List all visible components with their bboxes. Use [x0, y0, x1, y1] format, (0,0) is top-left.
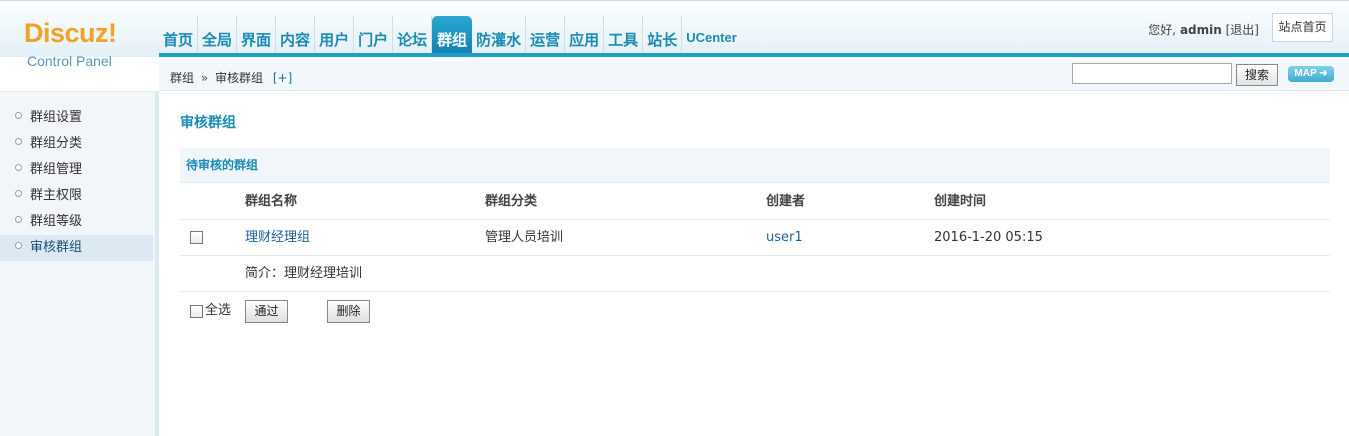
logo-subtitle: Control Panel [27, 53, 112, 69]
nav-tab-group[interactable]: 群组 [432, 16, 473, 54]
search-button[interactable]: 搜索 [1236, 64, 1278, 86]
sidebar-item-group-settings[interactable]: 群组设置 [0, 105, 153, 131]
table-row: 理财经理组 管理人员培训 user1 2016-1-20 05:15 [180, 220, 1330, 256]
nav-tab-antispam[interactable]: 防灌水 [472, 16, 527, 54]
column-header-category: 群组分类 [485, 194, 538, 209]
username: admin [1179, 23, 1222, 37]
column-header-name: 群组名称 [245, 194, 298, 209]
main-nav: 首页 全局 界面 内容 用户 门户 论坛 群组 防灌水 运营 应用 工具 站长 … [159, 16, 741, 54]
breadcrumb-current: 审核群组 [215, 71, 264, 85]
discuz-logo[interactable]: Discuz! [24, 19, 117, 47]
nav-tab-user[interactable]: 用户 [315, 16, 355, 54]
add-shortcut-link[interactable]: [+] [273, 71, 292, 85]
nav-tab-style[interactable]: 界面 [237, 16, 277, 54]
nav-tab-portal[interactable]: 门户 [354, 16, 394, 54]
map-button[interactable]: MAP ➜ [1288, 66, 1334, 82]
column-header-time: 创建时间 [934, 194, 987, 209]
delete-button[interactable]: 删除 [327, 300, 370, 323]
table-row-intro: 简介：理财经理培训 [180, 256, 1330, 292]
breadcrumb-parent[interactable]: 群组 [170, 71, 194, 85]
select-all-label[interactable]: 全选 [205, 300, 231, 322]
nav-tab-app[interactable]: 应用 [565, 16, 605, 54]
nav-tab-tools[interactable]: 工具 [604, 16, 644, 54]
page-title: 审核群组 [180, 115, 236, 131]
user-info: 您好, admin [退出] [1148, 21, 1259, 38]
sidebar-item-group-level[interactable]: 群组等级 [0, 209, 153, 235]
sidebar-item-group-category[interactable]: 群组分类 [0, 131, 153, 157]
logout-link[interactable]: [退出] [1226, 23, 1259, 37]
row-checkbox[interactable] [190, 231, 203, 244]
creator-link[interactable]: user1 [766, 230, 803, 245]
select-all-checkbox[interactable] [190, 305, 203, 318]
greeting: 您好, [1148, 23, 1177, 37]
sidebar-item-group-audit[interactable]: 审核群组 [0, 235, 153, 261]
sidebar-item-owner-permission[interactable]: 群主权限 [0, 183, 153, 209]
breadcrumb: 群组 » 审核群组 [+] [170, 69, 292, 86]
group-name-link[interactable]: 理财经理组 [245, 230, 310, 245]
nav-tab-ucenter[interactable]: UCenter [682, 16, 741, 54]
column-header-creator: 创建者 [766, 194, 806, 209]
create-time: 2016-1-20 05:15 [934, 230, 1043, 245]
sidebar-item-group-manage[interactable]: 群组管理 [0, 157, 153, 183]
sidebar: 群组设置 群组分类 群组管理 群主权限 群组等级 审核群组 [0, 91, 159, 436]
nav-tab-operation[interactable]: 运营 [526, 16, 566, 54]
approve-button[interactable]: 通过 [245, 300, 288, 323]
nav-tab-home[interactable]: 首页 [159, 16, 199, 54]
section-heading: 待审核的群组 [180, 148, 1330, 183]
action-bar: 全选 通过 删除 [180, 300, 1330, 324]
table-header-row: 群组名称 群组分类 创建者 创建时间 [180, 184, 1330, 220]
sub-bar: 群组 » 审核群组 [+] 搜索 MAP ➜ [159, 61, 1349, 91]
nav-tab-global[interactable]: 全局 [198, 16, 238, 54]
nav-tab-content[interactable]: 内容 [276, 16, 316, 54]
top-header: Discuz! Control Panel 首页 全局 界面 内容 用户 门户 … [0, 0, 1349, 69]
nav-tab-forum[interactable]: 论坛 [393, 16, 433, 54]
search-input[interactable] [1072, 63, 1232, 84]
group-category: 管理人员培训 [485, 230, 564, 245]
site-home-button[interactable]: 站点首页 [1272, 13, 1333, 42]
breadcrumb-separator: » [200, 71, 209, 85]
nav-tab-founder[interactable]: 站长 [643, 16, 683, 54]
group-intro: 简介：理财经理培训 [245, 266, 363, 281]
